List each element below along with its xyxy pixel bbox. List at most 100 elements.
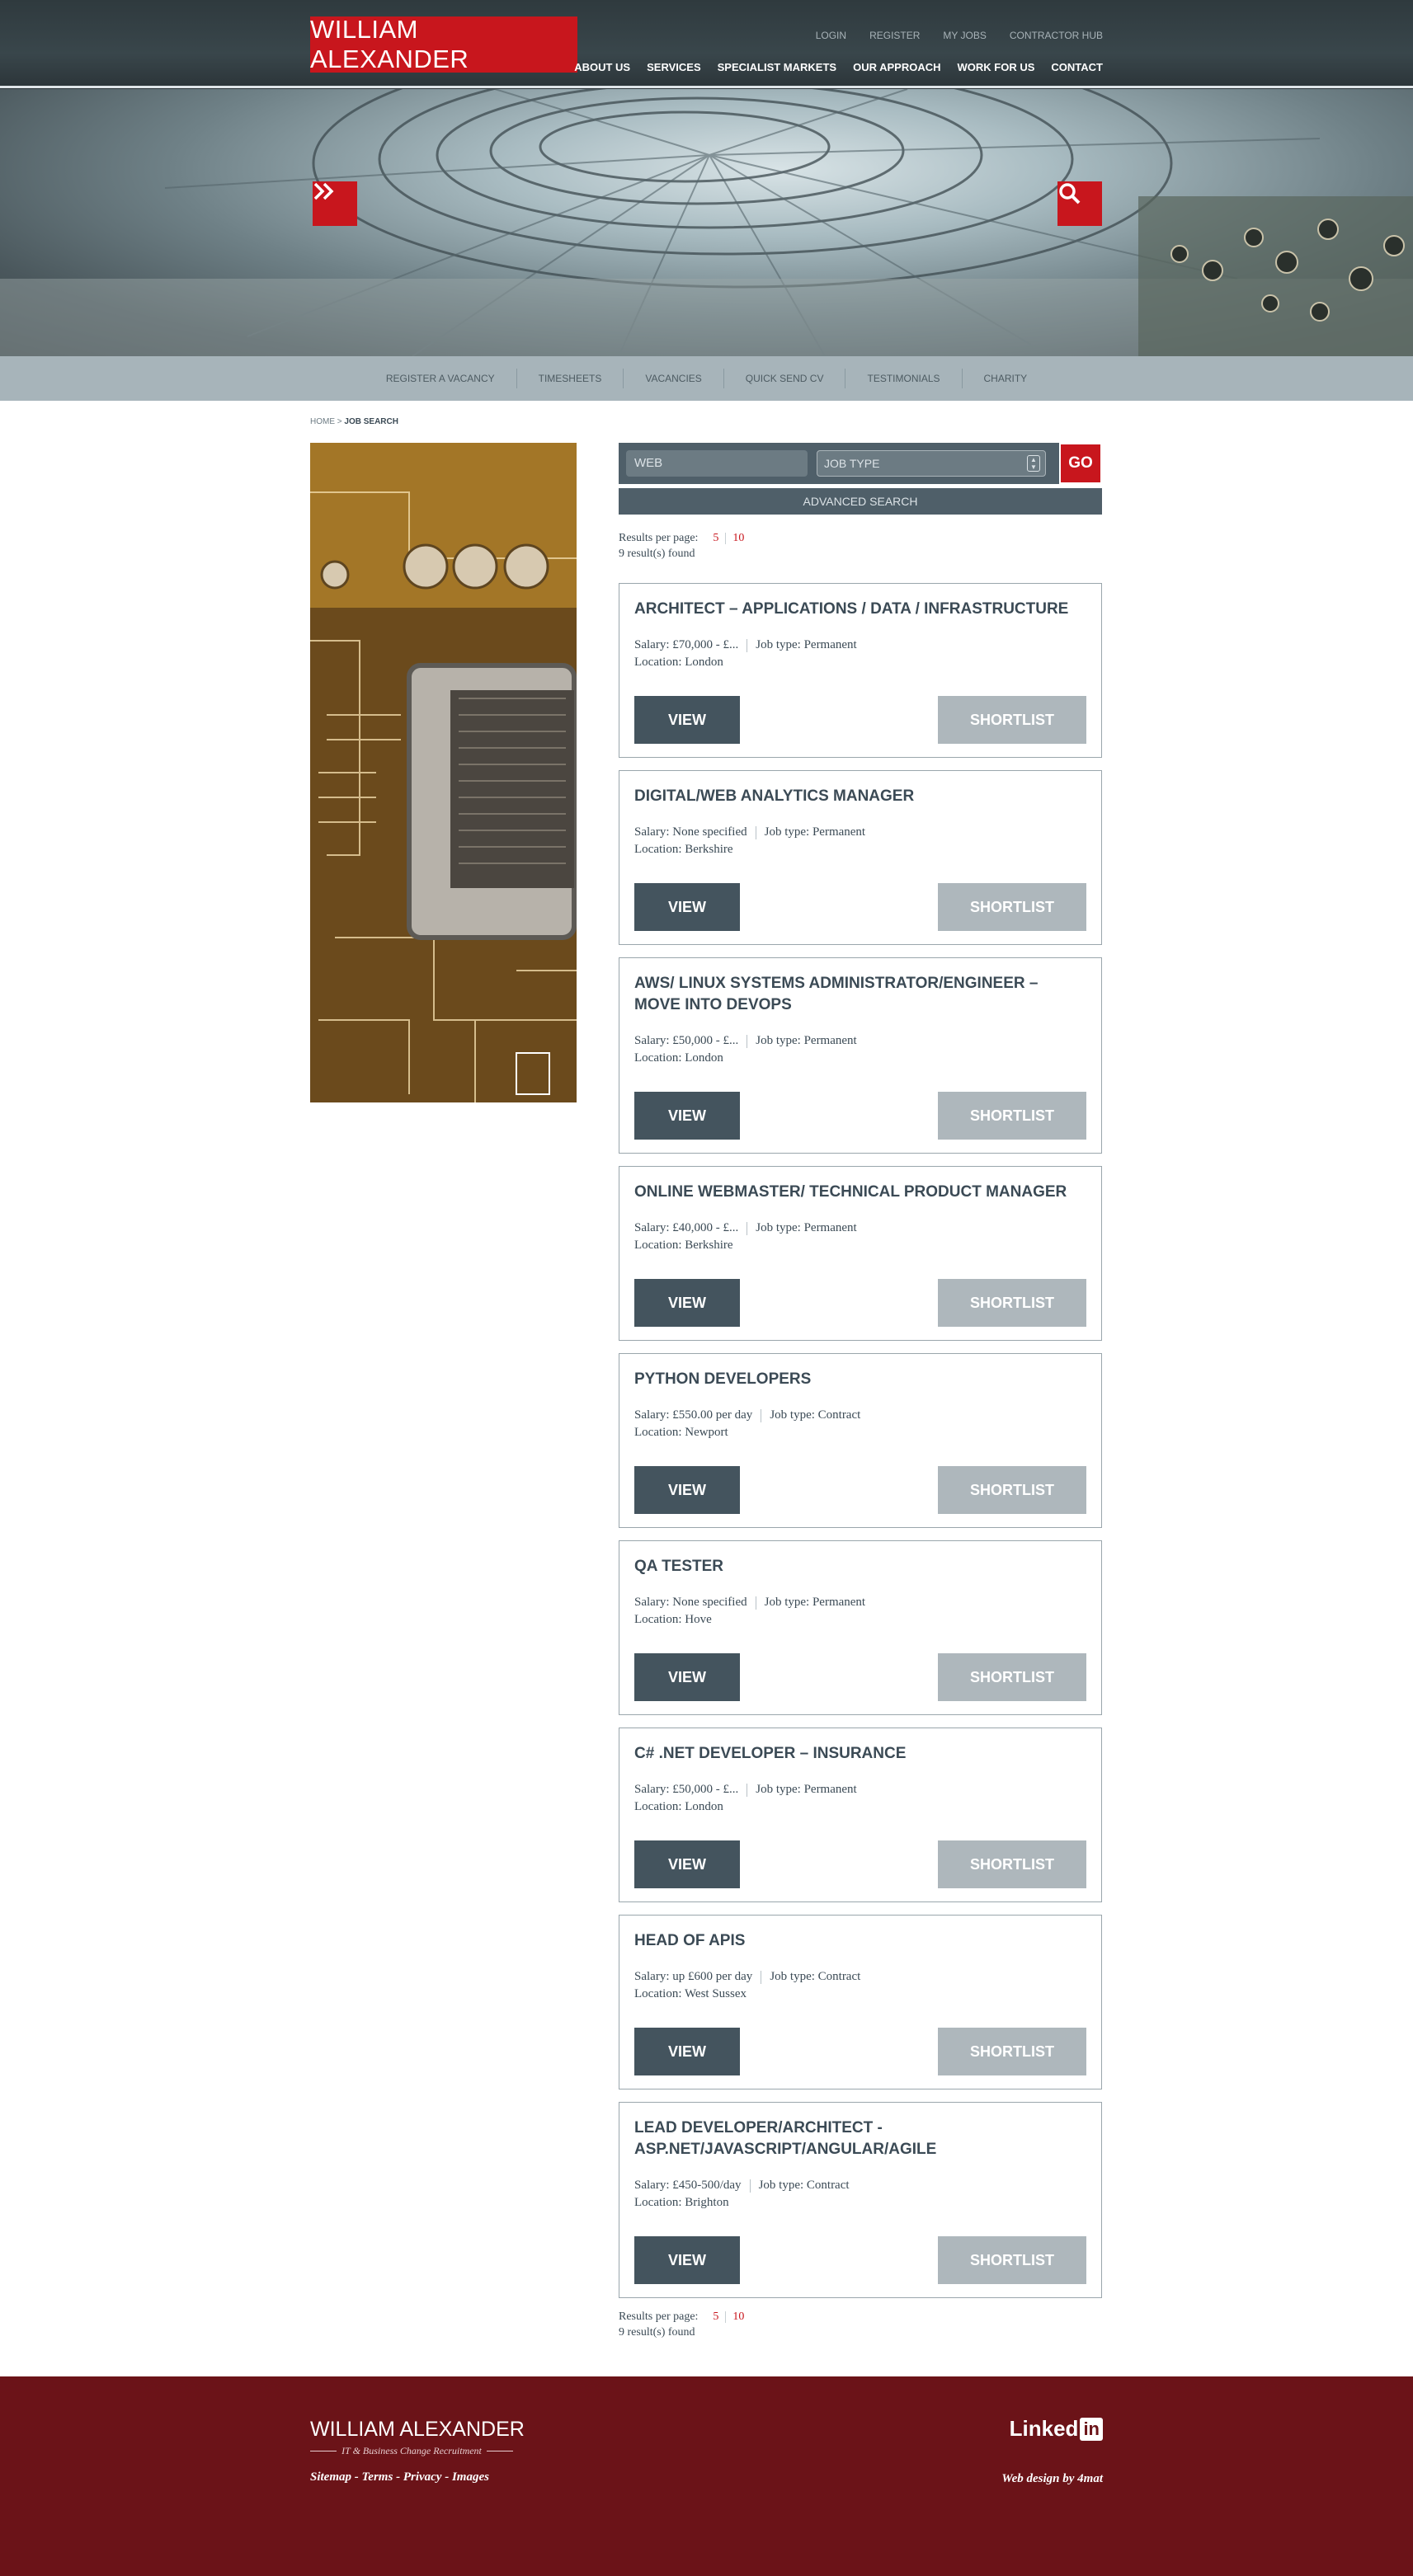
job-title[interactable]: DIGITAL/WEB ANALYTICS MANAGER	[634, 786, 1080, 807]
job-title[interactable]: PYTHON DEVELOPERS	[634, 1369, 1080, 1390]
footer-link-privacy[interactable]: Privacy	[403, 2470, 442, 2484]
shortlist-button[interactable]: SHORTLIST	[938, 2236, 1086, 2284]
nav-about-us[interactable]: ABOUT US	[574, 61, 630, 73]
shortlist-button[interactable]: SHORTLIST	[938, 2028, 1086, 2075]
shortlist-button[interactable]: SHORTLIST	[938, 883, 1086, 931]
job-meta: Salary: £450-500/day Job type: Contract L…	[634, 2177, 850, 2212]
view-button[interactable]: VIEW	[634, 2236, 740, 2284]
view-button[interactable]: VIEW	[634, 1092, 740, 1140]
site-header: WILLIAM ALEXANDER LOGIN REGISTER MY JOBS…	[0, 0, 1413, 89]
shortlist-button[interactable]: SHORTLIST	[938, 1653, 1086, 1701]
view-button[interactable]: VIEW	[634, 696, 740, 744]
footer-tagline-text: IT & Business Change Recruitment	[341, 2445, 482, 2456]
job-card: C# .NET DEVELOPER – INSURANCE Salary: £5…	[619, 1728, 1102, 1902]
linkedin-icon: in	[1080, 2417, 1103, 2441]
breadcrumb: HOME > JOB SEARCH	[310, 417, 398, 426]
keyword-search-input[interactable]: WEB	[626, 450, 808, 477]
view-button[interactable]: VIEW	[634, 1653, 740, 1701]
menu-toggle-button[interactable]	[313, 181, 357, 226]
breadcrumb-current: JOB SEARCH	[344, 417, 398, 426]
job-title[interactable]: ARCHITECT – APPLICATIONS / DATA / INFRAS…	[634, 599, 1080, 620]
contractor-hub-link[interactable]: CONTRACTOR HUB	[1010, 30, 1103, 41]
advanced-search-button[interactable]: ADVANCED SEARCH	[619, 488, 1102, 515]
job-title[interactable]: HEAD OF APIS	[634, 1930, 1080, 1952]
hero-banner	[0, 89, 1413, 356]
subnav-charity[interactable]: CHARITY	[963, 369, 1049, 388]
shortlist-button[interactable]: SHORTLIST	[938, 1279, 1086, 1327]
per-page-option-10[interactable]: 10	[732, 2310, 744, 2323]
job-salary: Salary: £50,000 - £...	[634, 1783, 739, 1796]
login-link[interactable]: LOGIN	[816, 30, 846, 41]
footer-link-separator: -	[441, 2470, 452, 2484]
job-type: Job type: Contract	[770, 1970, 861, 1983]
job-card: ARCHITECT – APPLICATIONS / DATA / INFRAS…	[619, 583, 1102, 758]
site-logo[interactable]: WILLIAM ALEXANDER	[310, 15, 577, 73]
job-type: Job type: Permanent	[756, 1221, 857, 1234]
results-count: 9 result(s) found	[619, 2326, 695, 2339]
nav-specialist-markets[interactable]: SPECIALIST MARKETS	[718, 61, 836, 73]
job-title[interactable]: AWS/ LINUX SYSTEMS ADMINISTRATOR/ENGINEE…	[634, 973, 1080, 1016]
results-count: 9 result(s) found	[619, 548, 695, 560]
breadcrumb-home[interactable]: HOME	[310, 417, 335, 426]
nav-contact[interactable]: CONTACT	[1051, 61, 1103, 73]
view-button[interactable]: VIEW	[634, 1840, 740, 1888]
my-jobs-link[interactable]: MY JOBS	[943, 30, 986, 41]
nav-our-approach[interactable]: OUR APPROACH	[853, 61, 940, 73]
per-page-divider	[725, 532, 727, 544]
subnav-testimonials[interactable]: TESTIMONIALS	[845, 369, 963, 388]
job-meta: Salary: £550.00 per day Job type: Contrac…	[634, 1407, 860, 1441]
job-title[interactable]: QA TESTER	[634, 1556, 1080, 1577]
footer-tagline: IT & Business Change Recruitment	[310, 2445, 513, 2457]
job-search-bar: WEB JOB TYPE ▲ ▼ GO	[619, 443, 1102, 484]
footer-link-sitemap[interactable]: Sitemap	[310, 2470, 351, 2484]
subnav-vacancies[interactable]: VACANCIES	[624, 369, 724, 388]
job-title[interactable]: LEAD DEVELOPER/ARCHITECT - ASP.NET/JAVAS…	[634, 2118, 1080, 2160]
footer-link-images[interactable]: Images	[452, 2470, 489, 2484]
footer-links: Sitemap - Terms - Privacy - Images	[310, 2470, 489, 2484]
register-link[interactable]: REGISTER	[869, 30, 920, 41]
job-location: Location: London	[634, 1800, 723, 1813]
view-button[interactable]: VIEW	[634, 1279, 740, 1327]
job-card: LEAD DEVELOPER/ARCHITECT - ASP.NET/JAVAS…	[619, 2102, 1102, 2298]
job-location: Location: London	[634, 1051, 723, 1065]
footer-logo[interactable]: WILLIAM ALEXANDER	[310, 2418, 525, 2442]
view-button[interactable]: VIEW	[634, 883, 740, 931]
job-meta: Salary: £50,000 - £... Job type: Permanen…	[634, 1032, 857, 1067]
results-per-page-top: Results per page: 5 10 9 result(s) found	[619, 532, 744, 561]
results-per-page-label: Results per page:	[619, 2310, 699, 2323]
subnav-quick-send-cv[interactable]: QUICK SEND CV	[724, 369, 846, 388]
subnav-register-vacancy[interactable]: REGISTER A VACANCY	[365, 369, 517, 388]
nav-work-for-us[interactable]: WORK FOR US	[958, 61, 1035, 73]
results-per-page-label: Results per page:	[619, 532, 699, 544]
results-per-page-bottom: Results per page: 5 10 9 result(s) found	[619, 2310, 744, 2339]
shortlist-button[interactable]: SHORTLIST	[938, 1466, 1086, 1514]
shortlist-button[interactable]: SHORTLIST	[938, 1092, 1086, 1140]
job-title[interactable]: C# .NET DEVELOPER – INSURANCE	[634, 1743, 1080, 1765]
design-credit[interactable]: Web design by 4mat	[1001, 2472, 1103, 2486]
job-salary: Salary: £50,000 - £...	[634, 1034, 739, 1047]
nav-services[interactable]: SERVICES	[647, 61, 701, 73]
job-salary: Salary: £450-500/day	[634, 2179, 742, 2192]
job-title[interactable]: ONLINE WEBMASTER/ TECHNICAL PRODUCT MANA…	[634, 1182, 1080, 1203]
subnav-timesheets[interactable]: TIMESHEETS	[517, 369, 624, 388]
per-page-option-5[interactable]: 5	[713, 532, 718, 545]
job-card: DIGITAL/WEB ANALYTICS MANAGER Salary: No…	[619, 770, 1102, 945]
view-button[interactable]: VIEW	[634, 2028, 740, 2075]
shortlist-button[interactable]: SHORTLIST	[938, 696, 1086, 744]
footer-link-terms[interactable]: Terms	[362, 2470, 393, 2484]
per-page-option-10[interactable]: 10	[732, 532, 744, 544]
job-type-select[interactable]: JOB TYPE ▲ ▼	[817, 450, 1046, 477]
job-type-select-value: JOB TYPE	[824, 457, 880, 470]
search-go-button[interactable]: GO	[1059, 443, 1102, 484]
utility-nav: LOGIN REGISTER MY JOBS CONTRACTOR HUB	[816, 30, 1103, 41]
header-search-button[interactable]	[1057, 181, 1102, 226]
job-meta: Salary: None specified Job type: Permanen…	[634, 824, 865, 858]
view-button[interactable]: VIEW	[634, 1466, 740, 1514]
shortlist-button[interactable]: SHORTLIST	[938, 1840, 1086, 1888]
linkedin-link[interactable]: Linked in	[1010, 2416, 1103, 2442]
job-meta: Salary: £70,000 - £... Job type: Permanen…	[634, 637, 857, 671]
per-page-option-5[interactable]: 5	[713, 2310, 718, 2324]
job-salary: Salary: £40,000 - £...	[634, 1221, 739, 1234]
job-type: Job type: Contract	[770, 1408, 861, 1422]
job-salary: Salary: £70,000 - £...	[634, 638, 739, 651]
